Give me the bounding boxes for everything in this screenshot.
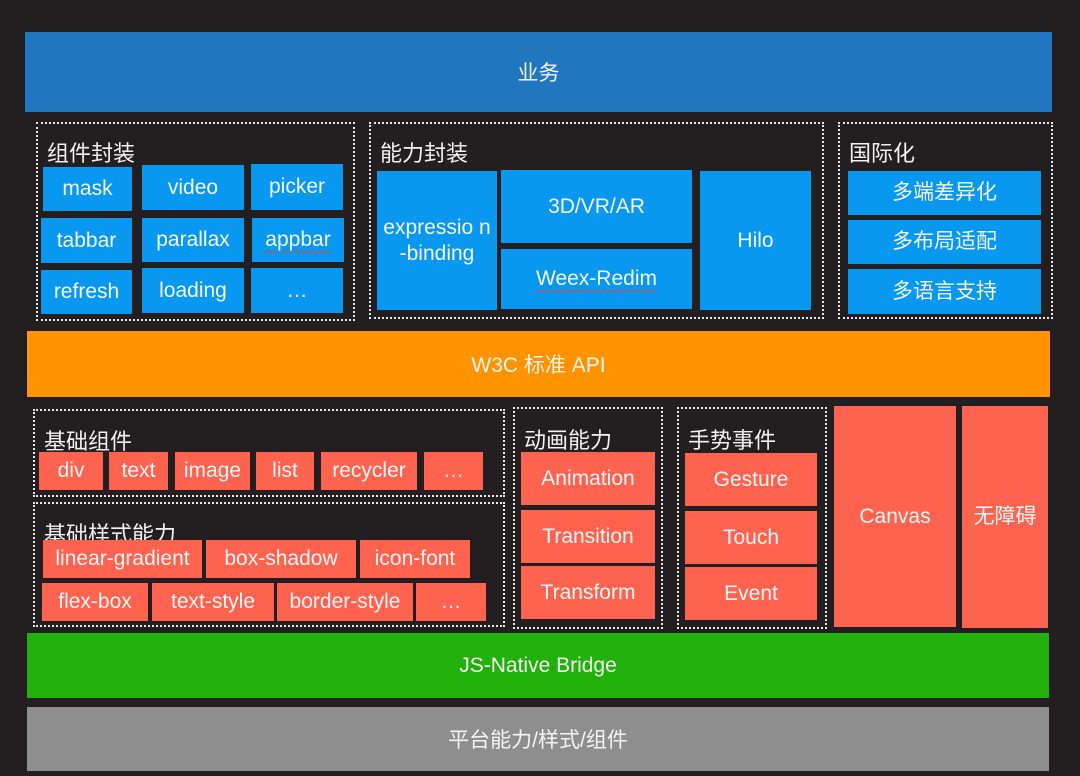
component-more: … — [251, 268, 343, 313]
style-more: … — [416, 583, 486, 621]
business-layer: 业务 — [25, 32, 1052, 112]
base-image: image — [175, 452, 250, 490]
accessibility-block: 无障碍 — [962, 406, 1048, 628]
platform-label: 平台能力/样式/组件 — [448, 729, 628, 752]
component-appbar: appbar — [252, 218, 344, 262]
platform-layer: 平台能力/样式/组件 — [27, 707, 1049, 771]
style-border-style: border-style — [277, 583, 413, 621]
style-linear-gradient: linear-gradient — [43, 540, 202, 578]
style-text-style: text-style — [152, 583, 274, 621]
style-box-shadow: box-shadow — [206, 540, 356, 578]
canvas-block: Canvas — [834, 406, 956, 627]
base-recycler: recycler — [321, 452, 417, 490]
w3c-api-layer: W3C 标准 API — [27, 331, 1050, 397]
gesture-gesture: Gesture — [685, 453, 817, 506]
i18n-multi-language: 多语言支持 — [848, 269, 1041, 314]
animation-title: 动画能力 — [524, 428, 613, 453]
style-flex-box: flex-box — [42, 583, 148, 621]
ability-3d-vr-ar: 3D/VR/AR — [501, 170, 692, 243]
gesture-event: Event — [685, 567, 817, 620]
component-parallax: parallax — [142, 218, 244, 262]
component-refresh: refresh — [41, 270, 132, 314]
animation-transition: Transition — [521, 510, 655, 563]
base-div: div — [39, 452, 103, 490]
js-native-bridge-label: JS-Native Bridge — [459, 653, 617, 677]
js-native-bridge-layer: JS-Native Bridge — [27, 633, 1049, 698]
component-video: video — [142, 165, 244, 210]
i18n-multi-layout: 多布局适配 — [848, 220, 1041, 264]
component-wrap-title: 组件封装 — [47, 141, 136, 166]
ability-weex-redim: Weex-Redim — [501, 249, 692, 309]
animation-transform: Transform — [521, 566, 655, 619]
i18n-title: 国际化 — [849, 141, 916, 166]
component-picker: picker — [251, 164, 343, 210]
base-text: text — [109, 452, 168, 490]
component-mask: mask — [43, 167, 132, 211]
gesture-touch: Touch — [685, 511, 817, 564]
component-loading: loading — [142, 268, 244, 313]
ability-expression-binding: expressio n-binding — [377, 171, 497, 310]
base-list: list — [256, 452, 314, 490]
gesture-title: 手势事件 — [688, 428, 777, 453]
business-label: 业务 — [517, 62, 560, 85]
component-tabbar: tabbar — [41, 218, 132, 263]
animation-animation: Animation — [521, 452, 655, 505]
style-icon-font: icon-font — [360, 540, 470, 578]
w3c-api-label: W3C 标准 API — [471, 354, 606, 377]
ability-wrap-title: 能力封装 — [380, 141, 469, 166]
base-more: … — [424, 452, 483, 490]
i18n-multi-platform: 多端差异化 — [848, 171, 1041, 215]
ability-hilo: Hilo — [700, 171, 811, 310]
